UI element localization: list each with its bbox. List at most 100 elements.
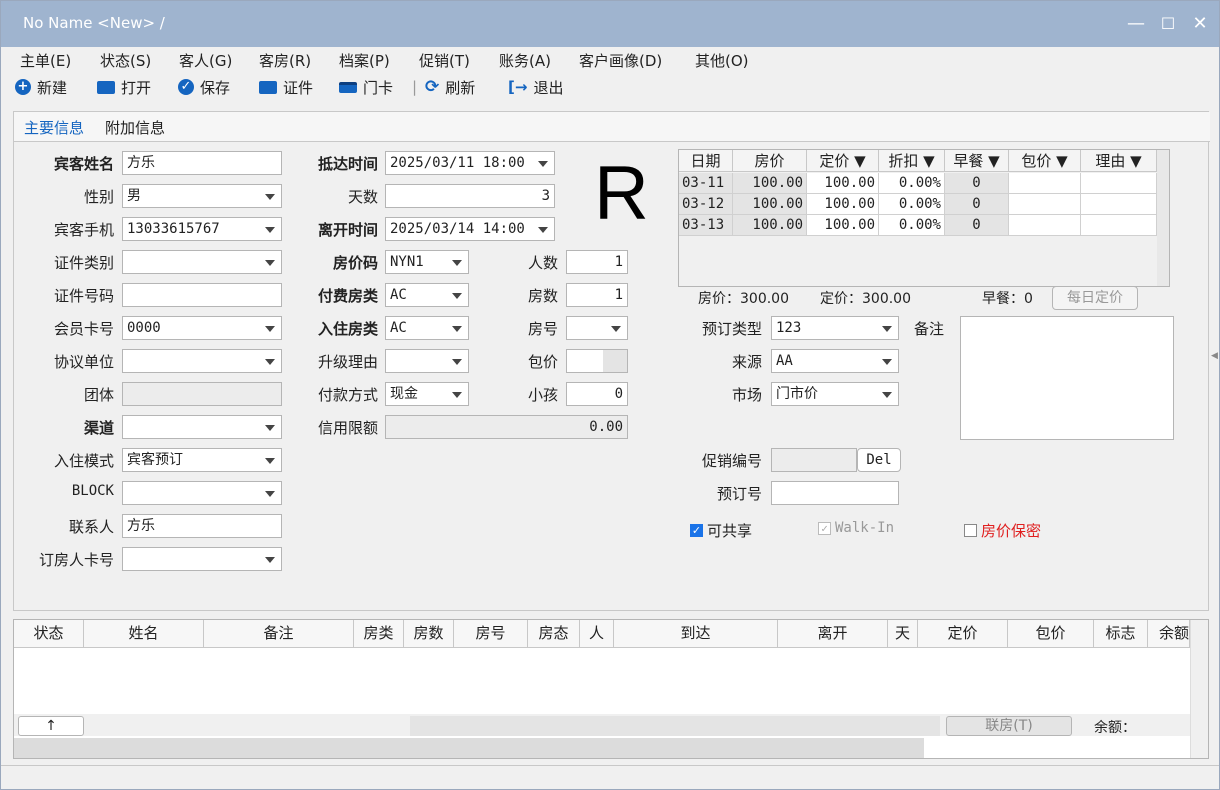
persons-input[interactable]: 1 xyxy=(566,250,628,274)
save-button[interactable]: ✓ 保存 xyxy=(178,76,230,98)
list-header[interactable]: 到达 xyxy=(614,620,778,648)
rate-grid-header[interactable]: 房价 xyxy=(733,150,807,172)
menu-guest[interactable]: 客人(G) xyxy=(179,50,232,71)
paid-type-select[interactable]: AC xyxy=(385,283,469,307)
open-button[interactable]: 打开 xyxy=(97,76,151,98)
list-header[interactable]: 包价 xyxy=(1008,620,1094,648)
rate-grid-header[interactable]: 理由 ▼ xyxy=(1081,150,1157,172)
menu-status[interactable]: 状态(S) xyxy=(100,50,151,71)
menu-main[interactable]: 主单(E) xyxy=(20,50,71,71)
phone-select[interactable]: 13033615767 xyxy=(122,217,282,241)
daily-rate-button[interactable]: 每日定价 xyxy=(1052,286,1138,310)
id-no-input[interactable] xyxy=(122,283,282,307)
new-button[interactable]: + 新建 xyxy=(15,76,67,98)
list-header[interactable]: 人 xyxy=(580,620,614,648)
rate-grid-header[interactable]: 定价 ▼ xyxy=(807,150,879,172)
rate-grid-header[interactable]: 早餐 ▼ xyxy=(945,150,1009,172)
menu-archive[interactable]: 档案(P) xyxy=(339,50,390,71)
tab-main[interactable]: 主要信息 xyxy=(24,117,84,138)
list-vscrollbar[interactable] xyxy=(1190,620,1208,758)
list-header[interactable]: 房号 xyxy=(454,620,528,648)
contact-input[interactable]: 方乐 xyxy=(122,514,282,538)
rate-discount-cell[interactable]: 0.00% xyxy=(879,173,945,194)
block-select[interactable] xyxy=(122,481,282,505)
rate-reason-cell[interactable] xyxy=(1081,173,1157,194)
menu-other[interactable]: 其他(O) xyxy=(695,50,749,71)
rate-discount-cell[interactable]: 0.00% xyxy=(879,215,945,236)
list-header[interactable]: 标志 xyxy=(1094,620,1148,648)
list-hscrollbar[interactable] xyxy=(14,738,924,758)
child-input[interactable]: 0 xyxy=(566,382,628,406)
id-type-select[interactable] xyxy=(122,250,282,274)
remark-textarea[interactable] xyxy=(960,316,1174,440)
days-input[interactable]: 3 xyxy=(385,184,555,208)
member-card-select[interactable]: 0000 xyxy=(122,316,282,340)
rate-fixed-cell[interactable]: 100.00 xyxy=(807,194,879,215)
rooms-input[interactable]: 1 xyxy=(566,283,628,307)
rate-package-cell[interactable] xyxy=(1009,194,1081,215)
list-header[interactable]: 状态 xyxy=(14,620,84,648)
menu-account[interactable]: 账务(A) xyxy=(499,50,551,71)
menu-profile[interactable]: 客户画像(D) xyxy=(579,50,662,71)
list-header[interactable]: 备注 xyxy=(204,620,354,648)
card-label: 门卡 xyxy=(363,78,394,97)
arrival-select[interactable]: 2025/03/11 18:00 xyxy=(385,151,555,175)
rate-grid-scrollbar[interactable] xyxy=(1157,150,1169,286)
menu-room[interactable]: 客房(R) xyxy=(259,50,311,71)
refresh-button[interactable]: ⟳ 刷新 xyxy=(425,76,475,98)
rate-grid-header[interactable]: 包价 ▼ xyxy=(1009,150,1081,172)
rate-package-cell[interactable] xyxy=(1009,173,1081,194)
list-header[interactable]: 房数 xyxy=(404,620,454,648)
menu-promo[interactable]: 促销(T) xyxy=(419,50,470,71)
rate-secret-checkbox[interactable]: 房价保密 xyxy=(964,520,1041,541)
room-type-select[interactable]: AC xyxy=(385,316,469,340)
gender-select[interactable]: 男 xyxy=(122,184,282,208)
child-label: 小孩 xyxy=(527,386,558,404)
booking-no-input[interactable] xyxy=(771,481,899,505)
del-button[interactable]: Del xyxy=(857,448,901,472)
rate-package-cell[interactable] xyxy=(1009,215,1081,236)
id-button[interactable]: 证件 xyxy=(259,76,313,98)
market-select[interactable]: 门市价 xyxy=(771,382,899,406)
list-header[interactable]: 定价 xyxy=(918,620,1008,648)
list-header[interactable]: 房态 xyxy=(528,620,580,648)
exit-button[interactable]: [→ 退出 xyxy=(508,76,563,98)
booking-type-select[interactable]: 123 xyxy=(771,316,899,340)
chevron-down-icon xyxy=(882,359,892,365)
rate-fixed-cell[interactable]: 100.00 xyxy=(807,215,879,236)
shareable-checkbox[interactable]: ✓ 可共享 xyxy=(690,520,752,541)
maximize-icon[interactable]: ☐ xyxy=(1157,13,1179,35)
list-header[interactable]: 姓名 xyxy=(84,620,204,648)
company-select[interactable] xyxy=(122,349,282,373)
link-room-button[interactable]: 联房(T) xyxy=(946,716,1072,736)
rate-grid-header[interactable]: 折扣 ▼ xyxy=(879,150,945,172)
checkin-mode-select[interactable]: 宾客预订 xyxy=(122,448,282,472)
chevron-down-icon xyxy=(452,326,462,332)
rate-grid-header[interactable]: 日期 xyxy=(679,150,733,172)
list-header[interactable]: 房类 xyxy=(354,620,404,648)
room-type-label: 入住房类 xyxy=(317,320,378,338)
minimize-icon[interactable]: — xyxy=(1125,13,1147,35)
source-select[interactable]: AA xyxy=(771,349,899,373)
room-no-select[interactable] xyxy=(566,316,628,340)
card-button[interactable]: 门卡 xyxy=(339,76,393,98)
rate-fixed-cell[interactable]: 100.00 xyxy=(807,173,879,194)
booker-card-select[interactable] xyxy=(122,547,282,571)
tab-extra[interactable]: 附加信息 xyxy=(105,117,165,138)
departure-select[interactable]: 2025/03/14 14:00 xyxy=(385,217,555,241)
channel-select[interactable] xyxy=(122,415,282,439)
rate-code-select[interactable]: NYN1 xyxy=(385,250,469,274)
rate-discount-cell[interactable]: 0.00% xyxy=(879,194,945,215)
guest-name-input[interactable]: 方乐 xyxy=(122,151,282,175)
list-header[interactable]: 离开 xyxy=(778,620,888,648)
rate-grid[interactable]: 日期 房价 定价 ▼ 折扣 ▼ 早餐 ▼ 包价 ▼ 理由 ▼ 03-11 100… xyxy=(678,149,1170,287)
list-header[interactable]: 余额 xyxy=(1148,620,1190,648)
close-icon[interactable]: ✕ xyxy=(1189,13,1211,35)
side-collapse-icon[interactable]: ◀ xyxy=(1211,351,1218,361)
rate-reason-cell[interactable] xyxy=(1081,194,1157,215)
upgrade-reason-select[interactable] xyxy=(385,349,469,373)
move-up-button[interactable]: ↑ xyxy=(18,716,84,736)
rate-reason-cell[interactable] xyxy=(1081,215,1157,236)
pay-method-select[interactable]: 现金 xyxy=(385,382,469,406)
list-header[interactable]: 天 xyxy=(888,620,918,648)
